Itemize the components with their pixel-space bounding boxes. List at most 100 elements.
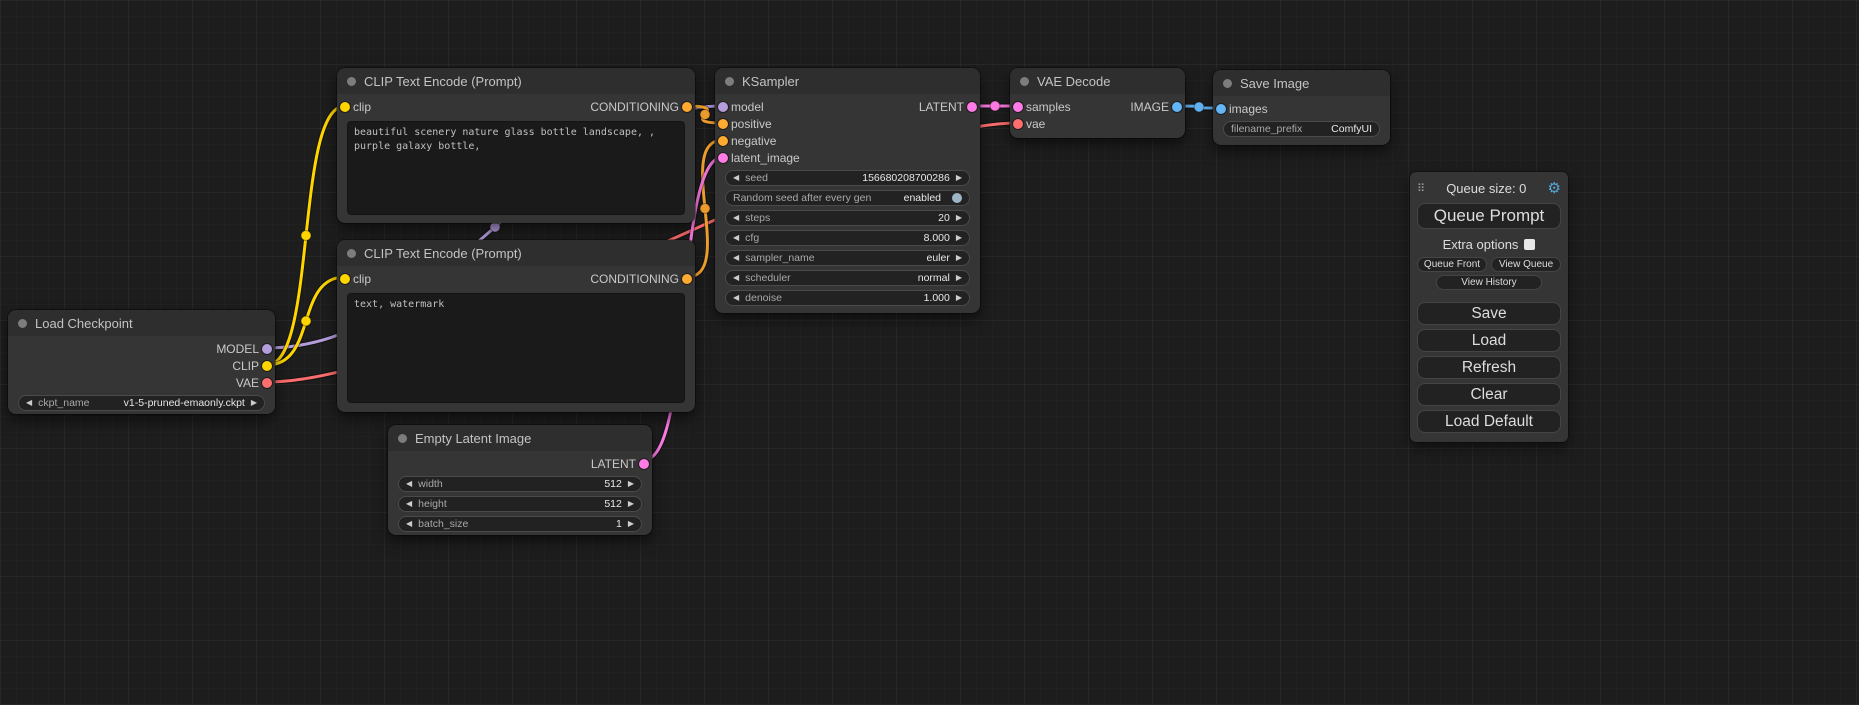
decrement-arrow-icon[interactable]: ◀ xyxy=(733,174,739,182)
output-label-model: MODEL xyxy=(216,342,259,356)
increment-arrow-icon[interactable]: ▶ xyxy=(628,500,634,508)
decrement-arrow-icon[interactable]: ◀ xyxy=(406,520,412,528)
widget-value: 512 xyxy=(604,478,622,490)
combo-left-arrow-icon[interactable]: ◀ xyxy=(733,274,739,282)
collapse-dot-icon[interactable] xyxy=(347,249,356,258)
decrement-arrow-icon[interactable]: ◀ xyxy=(406,480,412,488)
node-titlebar[interactable]: CLIP Text Encode (Prompt) xyxy=(337,68,695,94)
increment-arrow-icon[interactable]: ▶ xyxy=(956,174,962,182)
widget-random-seed[interactable]: Random seed after every gen enabled xyxy=(725,190,970,206)
widget-scheduler[interactable]: ◀ scheduler normal ▶ xyxy=(725,270,970,286)
node-title: Load Checkpoint xyxy=(35,316,133,331)
widget-height[interactable]: ◀ height 512 ▶ xyxy=(398,496,642,512)
drag-handle-icon[interactable]: ⠿ xyxy=(1417,182,1425,195)
prompt-textarea[interactable]: beautiful scenery nature glass bottle la… xyxy=(347,121,685,215)
output-slot-latent[interactable] xyxy=(967,102,977,112)
widget-value: 1.000 xyxy=(924,292,950,304)
save-button[interactable]: Save xyxy=(1417,302,1561,325)
input-slot-samples[interactable] xyxy=(1013,102,1023,112)
collapse-dot-icon[interactable] xyxy=(1020,77,1029,86)
queue-panel[interactable]: ⠿ Queue size: 0 ⚙ Queue Prompt Extra opt… xyxy=(1410,172,1568,442)
input-label-latent-image: latent_image xyxy=(731,151,800,165)
combo-left-arrow-icon[interactable]: ◀ xyxy=(733,254,739,262)
decrement-arrow-icon[interactable]: ◀ xyxy=(733,214,739,222)
queue-size-label: Queue size: 0 xyxy=(1425,181,1547,196)
clear-button[interactable]: Clear xyxy=(1417,383,1561,406)
load-default-button[interactable]: Load Default xyxy=(1417,410,1561,433)
widget-filename-prefix[interactable]: filename_prefix ComfyUI xyxy=(1223,121,1380,137)
widget-value: 20 xyxy=(938,212,950,224)
widget-denoise[interactable]: ◀ denoise 1.000 ▶ xyxy=(725,290,970,306)
node-title: Save Image xyxy=(1240,76,1309,91)
widget-width[interactable]: ◀ width 512 ▶ xyxy=(398,476,642,492)
widget-seed[interactable]: ◀ seed 156680208700286 ▶ xyxy=(725,170,970,186)
node-vae-decode[interactable]: VAE Decode samples IMAGE vae xyxy=(1010,68,1185,138)
widget-steps[interactable]: ◀ steps 20 ▶ xyxy=(725,210,970,226)
widget-cfg[interactable]: ◀ cfg 8.000 ▶ xyxy=(725,230,970,246)
increment-arrow-icon[interactable]: ▶ xyxy=(628,480,634,488)
collapse-dot-icon[interactable] xyxy=(18,319,27,328)
node-titlebar[interactable]: Load Checkpoint xyxy=(8,310,275,336)
load-button[interactable]: Load xyxy=(1417,329,1561,352)
widget-value: ComfyUI xyxy=(1331,123,1372,135)
node-titlebar[interactable]: VAE Decode xyxy=(1010,68,1185,94)
boolean-toggle[interactable] xyxy=(952,193,962,203)
view-history-button[interactable]: View History xyxy=(1436,275,1543,290)
node-clip-text-encode-positive[interactable]: CLIP Text Encode (Prompt) clip CONDITION… xyxy=(337,68,695,223)
input-slot-clip[interactable] xyxy=(340,102,350,112)
collapse-dot-icon[interactable] xyxy=(347,77,356,86)
node-titlebar[interactable]: Empty Latent Image xyxy=(388,425,652,451)
input-slot-images[interactable] xyxy=(1216,104,1226,114)
increment-arrow-icon[interactable]: ▶ xyxy=(956,294,962,302)
node-titlebar[interactable]: Save Image xyxy=(1213,70,1390,96)
input-slot-vae[interactable] xyxy=(1013,119,1023,129)
output-slot-conditioning[interactable] xyxy=(682,274,692,284)
node-titlebar[interactable]: KSampler xyxy=(715,68,980,94)
widget-label: height xyxy=(418,498,447,510)
decrement-arrow-icon[interactable]: ◀ xyxy=(733,234,739,242)
input-slot-negative[interactable] xyxy=(718,136,728,146)
increment-arrow-icon[interactable]: ▶ xyxy=(956,214,962,222)
widget-batch-size[interactable]: ◀ batch_size 1 ▶ xyxy=(398,516,642,532)
collapse-dot-icon[interactable] xyxy=(725,77,734,86)
node-save-image[interactable]: Save Image images filename_prefix ComfyU… xyxy=(1213,70,1390,145)
output-slot-latent[interactable] xyxy=(639,459,649,469)
input-label-negative: negative xyxy=(731,134,776,148)
queue-prompt-button[interactable]: Queue Prompt xyxy=(1417,203,1561,229)
input-slot-positive[interactable] xyxy=(718,119,728,129)
combo-left-arrow-icon[interactable]: ◀ xyxy=(26,399,32,407)
view-queue-button[interactable]: View Queue xyxy=(1491,257,1561,272)
output-slot-model[interactable] xyxy=(262,344,272,354)
collapse-dot-icon[interactable] xyxy=(1223,79,1232,88)
decrement-arrow-icon[interactable]: ◀ xyxy=(406,500,412,508)
node-titlebar[interactable]: CLIP Text Encode (Prompt) xyxy=(337,240,695,266)
extra-options-checkbox[interactable] xyxy=(1524,239,1535,250)
output-slot-vae[interactable] xyxy=(262,378,272,388)
combo-right-arrow-icon[interactable]: ▶ xyxy=(956,274,962,282)
widget-sampler-name[interactable]: ◀ sampler_name euler ▶ xyxy=(725,250,970,266)
queue-front-button[interactable]: Queue Front xyxy=(1417,257,1487,272)
output-slot-conditioning[interactable] xyxy=(682,102,692,112)
increment-arrow-icon[interactable]: ▶ xyxy=(956,234,962,242)
output-label-latent: LATENT xyxy=(591,457,636,471)
input-slot-model[interactable] xyxy=(718,102,728,112)
input-slot-clip[interactable] xyxy=(340,274,350,284)
node-graph-canvas[interactable]: Load Checkpoint MODEL CLIP VAE ◀ ckpt_na… xyxy=(0,0,1859,705)
decrement-arrow-icon[interactable]: ◀ xyxy=(733,294,739,302)
node-load-checkpoint[interactable]: Load Checkpoint MODEL CLIP VAE ◀ ckpt_na… xyxy=(8,310,275,414)
output-slot-clip[interactable] xyxy=(262,361,272,371)
prompt-textarea[interactable]: text, watermark xyxy=(347,293,685,403)
node-empty-latent-image[interactable]: Empty Latent Image LATENT ◀ width 512 ▶ … xyxy=(388,425,652,535)
collapse-dot-icon[interactable] xyxy=(398,434,407,443)
combo-right-arrow-icon[interactable]: ▶ xyxy=(956,254,962,262)
refresh-button[interactable]: Refresh xyxy=(1417,356,1561,379)
increment-arrow-icon[interactable]: ▶ xyxy=(628,520,634,528)
node-ksampler[interactable]: KSampler model LATENT positive negative … xyxy=(715,68,980,313)
node-title: CLIP Text Encode (Prompt) xyxy=(364,74,522,89)
output-slot-image[interactable] xyxy=(1172,102,1182,112)
combo-right-arrow-icon[interactable]: ▶ xyxy=(251,399,257,407)
input-slot-latent-image[interactable] xyxy=(718,153,728,163)
settings-gear-icon[interactable]: ⚙ xyxy=(1548,181,1561,196)
node-clip-text-encode-negative[interactable]: CLIP Text Encode (Prompt) clip CONDITION… xyxy=(337,240,695,412)
widget-ckpt-name[interactable]: ◀ ckpt_name v1-5-pruned-emaonly.ckpt ▶ xyxy=(18,395,265,411)
